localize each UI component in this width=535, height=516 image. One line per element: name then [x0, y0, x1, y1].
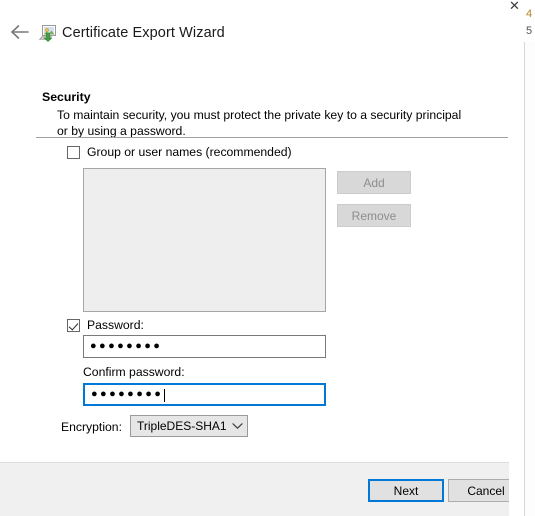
cancel-button[interactable]: Cancel: [448, 479, 509, 502]
background-window: ✕ 4 5: [509, 0, 535, 516]
background-close-icon[interactable]: ✕: [509, 0, 520, 14]
text-cursor: [164, 389, 166, 402]
group-names-listbox[interactable]: [83, 168, 326, 312]
wizard-titlebar: Certificate Export Wizard: [0, 0, 509, 62]
add-button[interactable]: Add: [337, 171, 411, 194]
certificate-export-icon: [38, 23, 58, 43]
page-title: Certificate Export Wizard: [62, 25, 225, 41]
confirm-password-label: Confirm password:: [83, 365, 185, 379]
group-names-checkbox[interactable]: [67, 145, 80, 159]
section-description: To maintain security, you must protect t…: [57, 108, 462, 138]
encryption-label: Encryption:: [61, 420, 122, 434]
password-label: Password:: [87, 318, 144, 332]
next-button[interactable]: Next: [368, 479, 444, 502]
encryption-selected-value: TripleDES-SHA1: [137, 419, 227, 433]
background-text-fragment-2: 5: [526, 25, 533, 37]
password-checkbox[interactable]: [67, 318, 80, 332]
password-value: ●●●●●●●●: [90, 339, 163, 352]
section-heading: Security: [42, 90, 91, 104]
certificate-export-wizard-window: Certificate Export Wizard Security To ma…: [0, 0, 509, 516]
background-panel: [524, 42, 535, 516]
group-names-checkbox-row[interactable]: Group or user names (recommended): [67, 145, 292, 159]
confirm-password-input[interactable]: ●●●●●●●●: [83, 383, 326, 406]
group-names-label: Group or user names (recommended): [87, 145, 292, 159]
encryption-select[interactable]: TripleDES-SHA1: [130, 415, 248, 437]
wizard-footer: Next Cancel: [0, 462, 509, 516]
confirm-password-value: ●●●●●●●●: [91, 387, 164, 400]
back-arrow-icon[interactable]: [6, 21, 34, 43]
remove-button[interactable]: Remove: [337, 204, 411, 227]
chevron-down-icon: [227, 422, 247, 430]
password-input[interactable]: ●●●●●●●●: [83, 335, 326, 358]
wizard-content: Security To maintain security, you must …: [0, 62, 509, 462]
password-checkbox-row[interactable]: Password:: [67, 318, 144, 332]
section-divider: [36, 137, 508, 138]
background-text-fragment-1: 4: [526, 8, 533, 20]
